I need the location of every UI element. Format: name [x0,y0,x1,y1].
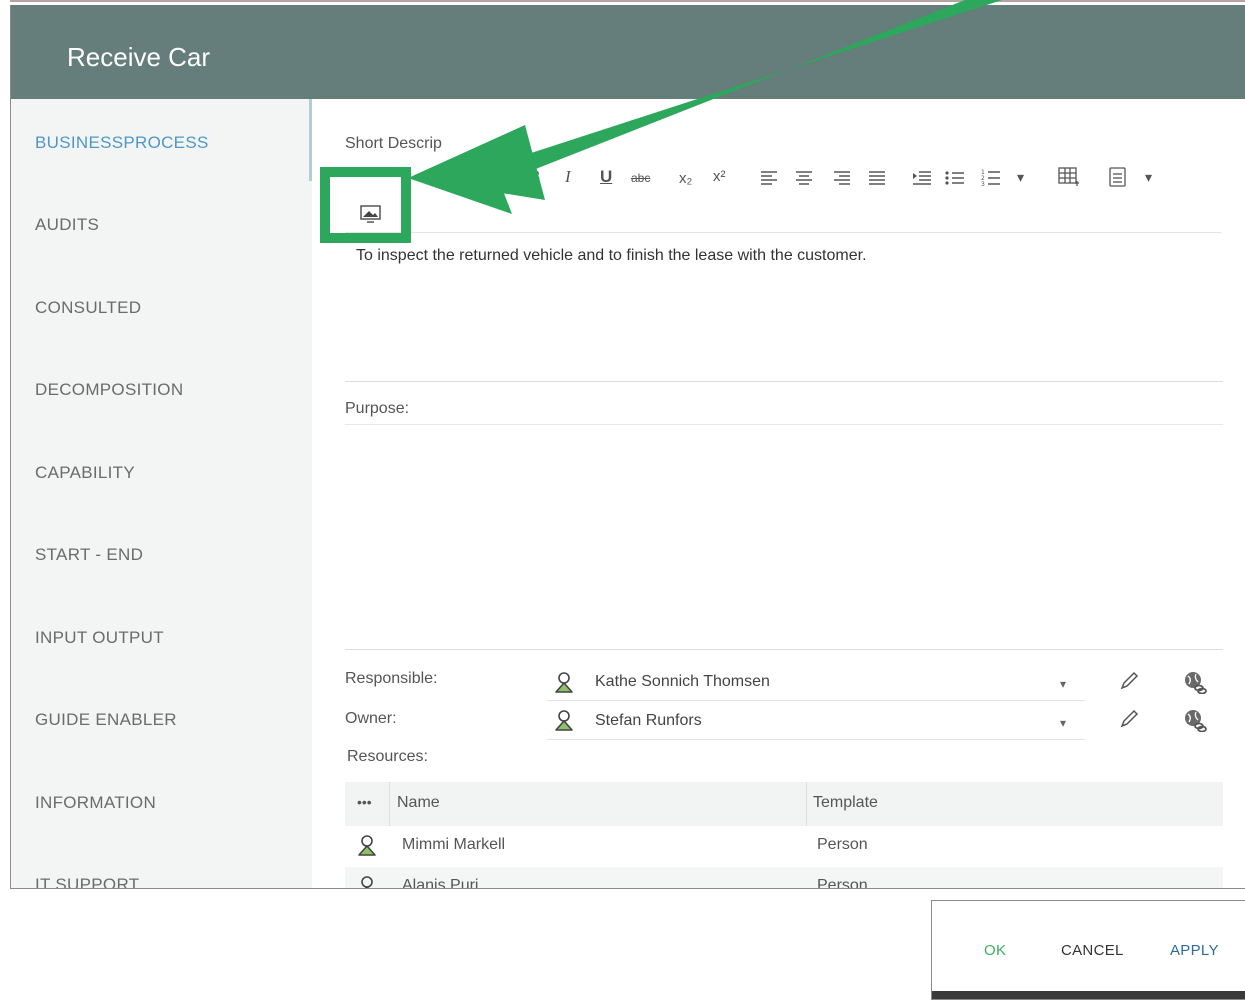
owner-globe-link-icon[interactable] [1183,708,1207,732]
table-row[interactable]: Alanis Puri Person [345,867,1223,889]
resource-template: Person [817,836,868,853]
dialog-footer: OK CANCEL APPLY [931,900,1245,1000]
sidebar-item-consulted[interactable]: CONSULTED [35,298,141,318]
purpose-label: Purpose: [345,400,410,417]
resources-table-header: ••• Name Template [345,782,1223,826]
owner-value[interactable]: Stefan Runfors [595,712,702,730]
purpose-bottom-divider [345,649,1223,650]
resource-name: Alanis Puri [402,877,479,889]
responsible-underline [547,700,1085,701]
sidebar-item-guide-enabler[interactable]: GUIDE ENABLER [35,710,177,730]
sidebar-item-it-support[interactable]: IT SUPPORT [35,875,139,888]
column-header-name[interactable]: Name [397,794,440,812]
column-header-template[interactable]: Template [813,794,878,812]
resources-label: Resources: [347,748,428,765]
sidebar-item-decomposition[interactable]: DECOMPOSITION [35,380,183,400]
annotation-arrow [408,0,1002,214]
edit-owner-pencil-icon[interactable] [1119,709,1139,729]
person-icon [361,876,373,888]
resource-name: Mimmi Markell [402,836,506,853]
apply-button[interactable]: APPLY [1170,942,1219,959]
column-separator [389,782,390,826]
ok-button[interactable]: OK [984,942,1006,959]
sidebar-item-capability[interactable]: CAPABILITY [35,463,135,483]
responsible-label: Responsible: [345,670,438,687]
responsible-dropdown-caret[interactable]: ▾ [1060,677,1066,691]
column-options-button[interactable]: ••• [357,794,372,810]
table-row[interactable]: Mimmi Markell Person [345,826,1223,867]
edit-responsible-pencil-icon[interactable] [1119,671,1139,691]
person-icon [555,710,573,731]
responsible-globe-link-icon[interactable] [1183,670,1207,694]
purpose-divider [345,424,1223,425]
responsible-value[interactable]: Kathe Sonnich Thomsen [595,673,770,691]
cancel-button[interactable]: CANCEL [1061,942,1124,959]
owner-underline [547,739,1085,740]
description-divider [345,381,1223,382]
footer-bottom-bar [932,991,1245,999]
sidebar-item-start-end[interactable]: START - END [35,545,143,565]
person-icon [358,835,376,856]
resource-template: Person [817,877,868,889]
column-separator [806,782,807,826]
sidebar-item-information[interactable]: INFORMATION [35,793,156,813]
sidebar-item-input-output[interactable]: INPUT OUTPUT [35,628,164,648]
person-icon [555,672,573,693]
owner-label: Owner: [345,710,397,727]
owner-dropdown-caret[interactable]: ▾ [1060,716,1066,730]
